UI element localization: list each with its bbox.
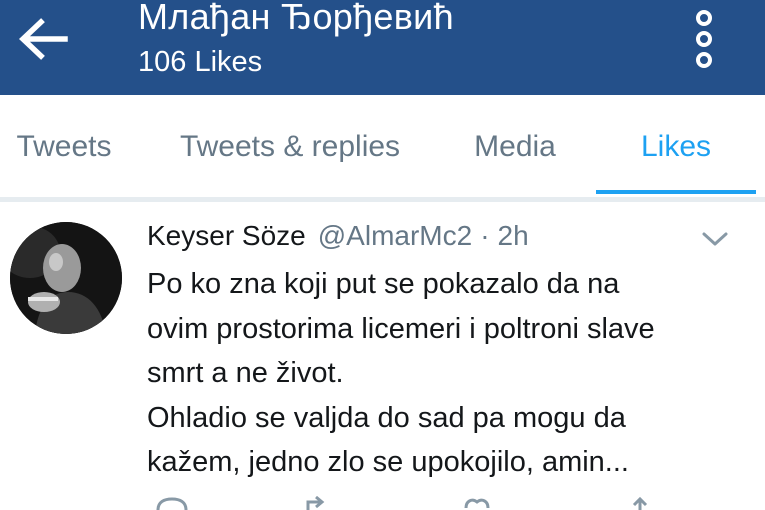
reply-icon	[156, 497, 188, 510]
tweet-header: Keyser Söze @AlmarMc2 · 2h	[147, 220, 529, 258]
chevron-down-icon	[702, 232, 728, 246]
more-vertical-icon-dot	[696, 52, 712, 68]
back-button[interactable]	[14, 14, 72, 64]
reply-button[interactable]	[152, 496, 192, 510]
like-icon	[464, 498, 490, 509]
retweet-icon	[306, 495, 325, 510]
tweet-actions	[140, 495, 760, 510]
author-handle[interactable]: @AlmarMc2	[318, 220, 472, 252]
author-name[interactable]: Keyser Söze	[147, 220, 306, 252]
tweet-timestamp[interactable]: 2h	[498, 220, 529, 252]
more-vertical-icon-dot	[696, 31, 712, 47]
share-icon	[632, 496, 648, 510]
like-button[interactable]	[460, 496, 500, 510]
tweet-menu-button[interactable]	[700, 228, 730, 250]
tab-tweets-replies[interactable]: Tweets & replies	[160, 95, 420, 199]
tab-media[interactable]: Media	[455, 95, 575, 199]
share-button[interactable]	[620, 496, 660, 510]
active-tab-indicator	[596, 190, 756, 194]
meta-separator: ·	[480, 220, 490, 251]
tweet-text-line: Ohladio se valjda do sad pa mogu da	[147, 401, 626, 434]
profile-tabs: Tweets Tweets & replies Media Likes	[0, 95, 765, 199]
likes-count: 106 Likes	[138, 46, 263, 78]
tweet-text-line: smrt a ne život.	[147, 357, 344, 389]
tweet-text-line: kažem, jedno zlo se upokojilo, amin...	[147, 446, 629, 478]
tweet-text: Po ko zna koji put se pokazalo da na ovi…	[147, 262, 747, 485]
more-vertical-icon	[696, 10, 712, 26]
tweet-text-line: Po ko zna koji put se pokazalo da na	[147, 268, 620, 300]
tab-tweets[interactable]: Tweets	[0, 95, 128, 199]
avatar-image	[10, 222, 122, 334]
arrow-left-icon	[18, 18, 68, 60]
avatar[interactable]	[10, 222, 122, 334]
tab-likes[interactable]: Likes	[610, 95, 742, 199]
more-options-button[interactable]	[684, 6, 724, 72]
tweet-text-line: ovim prostorima licemeri i poltroni slav…	[147, 312, 655, 345]
retweet-button[interactable]	[300, 495, 340, 510]
tabs-divider	[0, 197, 765, 202]
profile-name: Млађан Ђорђевић	[138, 0, 454, 37]
profile-header: Млађан Ђорђевић 106 Likes	[0, 0, 765, 95]
